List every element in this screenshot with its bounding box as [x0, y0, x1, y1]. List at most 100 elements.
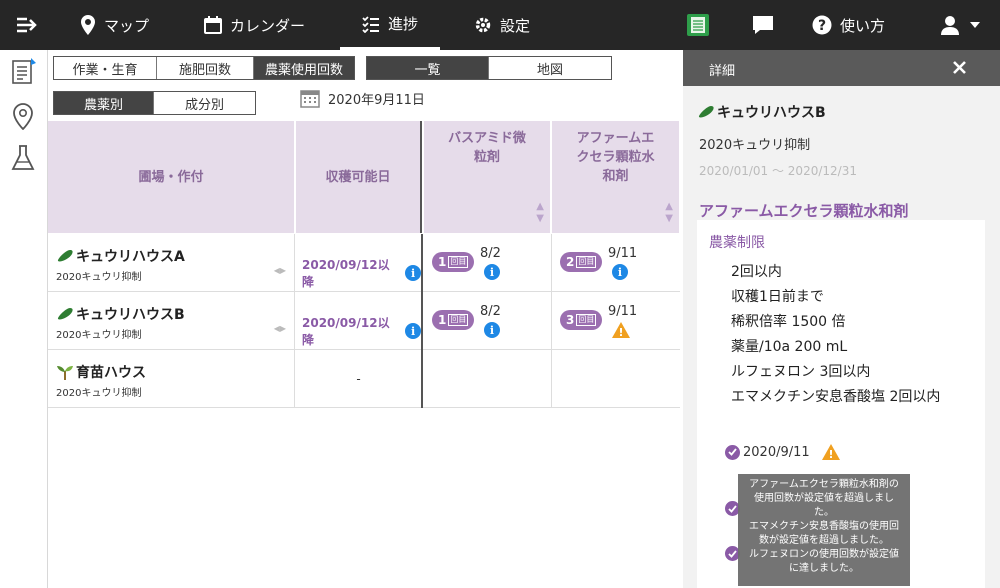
current-date: 2020年9月11日 [328, 92, 425, 108]
info-icon[interactable]: i [612, 264, 628, 280]
header-pesticide-2-line3: 和剤 [602, 169, 629, 184]
usage-cell[interactable] [424, 350, 552, 408]
header-pesticide-1[interactable]: バスアミド微 粒剤 ▲ ▼ [424, 121, 551, 233]
usage-cell[interactable] [552, 350, 680, 408]
usage-cell[interactable]: 1 回目 8/2 i [424, 292, 552, 350]
nav-settings[interactable]: 設定 [474, 0, 530, 50]
header-pesticide-1-line1: バスアミド微 [448, 131, 526, 146]
svg-text:?: ? [818, 18, 826, 34]
sort-toggle[interactable]: ▲ ▼ [536, 201, 544, 225]
user-menu-button[interactable] [940, 0, 988, 50]
menu-arrow-icon [17, 17, 37, 33]
header-pesticide-2[interactable]: アファームエ クセラ顆粒水 和剤 ▲ ▼ [552, 121, 680, 233]
warning-tooltip: アファームエクセラ顆粒水和剤の 使用回数が設定値を超過しまし た。 エマメクチン… [738, 474, 910, 586]
check-circle-icon [725, 444, 740, 460]
usage-count-badge: 2 回目 [560, 252, 603, 272]
cucumber-icon [57, 250, 73, 262]
header-pesticide-2-label: アファームエ クセラ顆粒水 和剤 [576, 129, 654, 186]
usage-count-badge: 1 回目 [432, 310, 475, 330]
table-row[interactable]: キュウリハウスB 2020キュウリ抑制 ◀▶ 2020/09/12以降 i 1回… [48, 292, 680, 350]
menu-toggle-button[interactable] [16, 0, 46, 50]
nav-help[interactable]: ? 使い方 [812, 0, 885, 50]
usage-count: 3 [566, 313, 575, 327]
usage-cell[interactable]: 1 回目 8/2 i [424, 234, 552, 292]
nav-progress[interactable]: 進捗 [340, 0, 440, 50]
restriction-item: ルフェヌロン 3回以内 [731, 364, 871, 380]
reorder-arrows-icon[interactable]: ◀▶ [274, 266, 286, 275]
info-icon[interactable]: i [484, 322, 500, 338]
header-pesticide-1-line2: 粒剤 [473, 150, 500, 165]
notebook-icon [687, 14, 709, 36]
category-tab-group: 作業・生育 施肥回数 農薬使用回数 [53, 56, 355, 80]
tab-work-growth[interactable]: 作業・生育 [54, 57, 157, 79]
tab-fertilizer-count[interactable]: 施肥回数 [157, 57, 254, 79]
header-pesticide-2-line1: アファームエ [576, 131, 655, 146]
sub-tab-group: 農薬別 成分別 [53, 91, 256, 115]
header-field[interactable]: 圃場・作付 [48, 121, 295, 233]
calendar-icon [204, 16, 222, 34]
tooltip-line: ルフェヌロンの使用回数が設定値 [749, 549, 899, 560]
warning-icon[interactable]: ! [612, 322, 630, 339]
usage-count-badge: 1 回目 [432, 252, 475, 272]
farm-name-text: キュウリハウスB [76, 307, 185, 323]
usage-date: 8/2 [480, 304, 501, 319]
harvest-date-text: 2020/09/12以降 [302, 316, 390, 347]
date-selector[interactable]: 2020年9月11日 [300, 88, 425, 108]
detail-title: 詳細 [709, 64, 736, 79]
tooltip-line: 使用回数が設定値を超過しまし [754, 493, 894, 504]
info-icon[interactable]: i [405, 323, 421, 339]
tab-by-pesticide[interactable]: 農薬別 [54, 92, 154, 114]
usage-date: 8/2 [480, 246, 501, 261]
tab-map-view[interactable]: 地図 [489, 57, 611, 79]
chat-button[interactable] [752, 0, 782, 50]
table-row[interactable]: キュウリハウスA 2020キュウリ抑制 ◀▶ 2020/09/12以降 i 1回… [48, 234, 680, 292]
close-icon[interactable] [953, 61, 966, 74]
usage-date: 9/11 [608, 246, 638, 261]
crop-name: 2020キュウリ抑制 [56, 272, 142, 283]
nav-map[interactable]: マップ [80, 0, 149, 50]
tab-by-ingredient[interactable]: 成分別 [154, 92, 255, 114]
table-row[interactable]: 育苗ハウス 2020キュウリ抑制 - [48, 350, 680, 408]
notebook-button[interactable] [686, 0, 718, 50]
usage-unit: 回目 [448, 314, 469, 326]
field-cell: 育苗ハウス 2020キュウリ抑制 [48, 350, 295, 408]
crop-name: 2020キュウリ抑制 [56, 388, 142, 399]
info-icon[interactable]: i [405, 265, 421, 281]
harvest-cell: 2020/09/12以降 i [296, 292, 423, 350]
warning-icon[interactable]: ! [821, 444, 840, 460]
pesticide-table: 圃場・作付 収穫可能日 バスアミド微 粒剤 ▲ ▼ アファームエ クセラ顆粒水 和… [48, 121, 680, 588]
caret-down-icon [970, 22, 980, 28]
tooltip-line: 数が設定値を超過しました。 [759, 535, 889, 546]
header-field-label: 圃場・作付 [138, 169, 204, 185]
history-date: 2020/9/11 [743, 444, 810, 460]
harvest-date: 2020/09/12以降 i [302, 256, 421, 290]
tab-list-view[interactable]: 一覧 [367, 57, 489, 79]
gear-icon [475, 17, 491, 33]
nav-calendar[interactable]: カレンダー [204, 0, 305, 50]
usage-count: 1 [438, 255, 447, 269]
detail-farm: キュウリハウスB [697, 102, 826, 122]
usage-count: 1 [438, 313, 447, 327]
harvest-date: 2020/09/12以降 i [302, 314, 421, 348]
sidebar-flask-button[interactable] [10, 144, 36, 176]
sidebar-location-button[interactable] [10, 102, 36, 134]
view-tab-group: 一覧 地図 [366, 56, 612, 80]
tooltip-line: た。 [814, 507, 834, 518]
header-harvest[interactable]: 収穫可能日 [296, 121, 422, 233]
detail-header: 詳細 [683, 50, 1000, 86]
usage-cell[interactable]: 2 回目 9/11 i [552, 234, 680, 292]
usage-cell[interactable]: 3 回目 9/11 ! [552, 292, 680, 350]
reorder-arrows-icon[interactable]: ◀▶ [274, 324, 286, 333]
farm-name: 育苗ハウス [56, 362, 146, 382]
sort-toggle[interactable]: ▲ ▼ [665, 201, 673, 225]
harvest-cell: 2020/09/12以降 i [296, 234, 423, 292]
location-pin-icon [13, 103, 33, 131]
history-entry[interactable]: 2020/9/11 ! [725, 444, 840, 460]
tooltip-line: アファームエクセラ顆粒水和剤の [749, 479, 899, 490]
usage-count: 2 [566, 255, 575, 269]
nav-settings-label: 設定 [500, 16, 531, 35]
sidebar-list-button[interactable] [10, 58, 38, 90]
tab-pesticide-count[interactable]: 農薬使用回数 [254, 57, 354, 79]
nav-help-label: 使い方 [840, 16, 886, 35]
info-icon[interactable]: i [484, 264, 500, 280]
